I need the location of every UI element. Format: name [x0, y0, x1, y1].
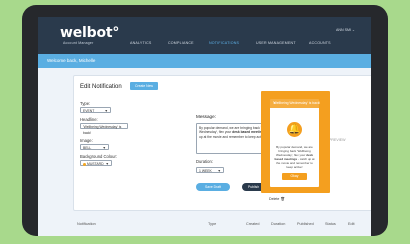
chevron-down-icon: ▼ [104, 109, 108, 113]
col-created[interactable]: Created [246, 222, 260, 226]
save-draft-button[interactable]: Save Draft [196, 183, 230, 191]
nav-analytics[interactable]: ANALYTICS [130, 41, 152, 45]
logo-subtitle: Account Manager [63, 41, 94, 45]
duration-label: Duration: [196, 159, 213, 164]
welcome-bar: Welcome back, Michelle [38, 54, 371, 68]
app-screen: welbot° Account Manager ANALYTICS COMPLI… [38, 17, 371, 236]
okay-button[interactable]: Okay [282, 173, 307, 180]
delete-button[interactable]: Delete 🗑 [269, 197, 285, 201]
col-edit[interactable]: Edit [348, 222, 355, 226]
message-label: Message: [196, 114, 216, 119]
logo[interactable]: welbot° [60, 25, 119, 41]
type-label: Type: [80, 101, 91, 106]
background-colour-select[interactable]: MUSTARD ▼ [80, 160, 112, 166]
type-select[interactable]: EVENT ▼ [80, 107, 111, 113]
col-duration[interactable]: Duration [271, 222, 285, 226]
notifications-table-header: Notification Type Created Duration Publi… [73, 220, 371, 230]
modal-message: By popular demand, we are bringing back … [274, 145, 315, 169]
chevron-down-icon: ▼ [105, 162, 109, 166]
chevron-down-icon: ▼ [102, 146, 106, 150]
nav-accounts[interactable]: ACCOUNTS [309, 41, 331, 45]
col-published[interactable]: Published [297, 222, 314, 226]
close-icon[interactable]: ✕ [273, 101, 317, 105]
nav-notifications[interactable]: NOTIFICATIONS [209, 41, 239, 45]
user-menu[interactable]: ANN SMI ⌄ [336, 28, 355, 32]
col-type[interactable]: Type [208, 222, 216, 226]
card-title: Edit Notification [80, 84, 122, 90]
col-status[interactable]: Status [325, 222, 336, 226]
headline-input[interactable]: 'Wellbeing Wednesday' is back! [80, 123, 128, 135]
chevron-down-icon: ▼ [217, 169, 221, 173]
trash-icon: 🗑 [280, 197, 285, 201]
create-new-button[interactable]: Create New [130, 82, 158, 90]
welcome-text: Welcome back, Michelle [47, 58, 96, 63]
duration-select[interactable]: 1 WEEK ▼ [196, 167, 224, 173]
top-navigation: welbot° Account Manager ANALYTICS COMPLI… [38, 17, 371, 54]
nav-compliance[interactable]: COMPLIANCE [168, 41, 194, 45]
col-notification[interactable]: Notification [77, 222, 96, 226]
headline-label: Headline: [80, 117, 98, 122]
notification-preview: 'Wellbeing Wednesday' is back! ✕ 🔔 By po… [261, 91, 330, 193]
image-label: Image: [80, 138, 93, 143]
preview-modal: 'Wellbeing Wednesday' is back! ✕ 🔔 By po… [270, 99, 320, 187]
preview-label: PREVIEW [329, 138, 346, 142]
bell-icon: 🔔 [287, 122, 302, 137]
background-colour-label: Background Colour: [80, 154, 118, 159]
nav-user-management[interactable]: USER MANAGEMENT [256, 41, 296, 45]
color-swatch [83, 162, 86, 166]
modal-header: 'Wellbeing Wednesday' is back! ✕ [270, 99, 320, 108]
image-select[interactable]: BELL ▼ [80, 144, 109, 150]
